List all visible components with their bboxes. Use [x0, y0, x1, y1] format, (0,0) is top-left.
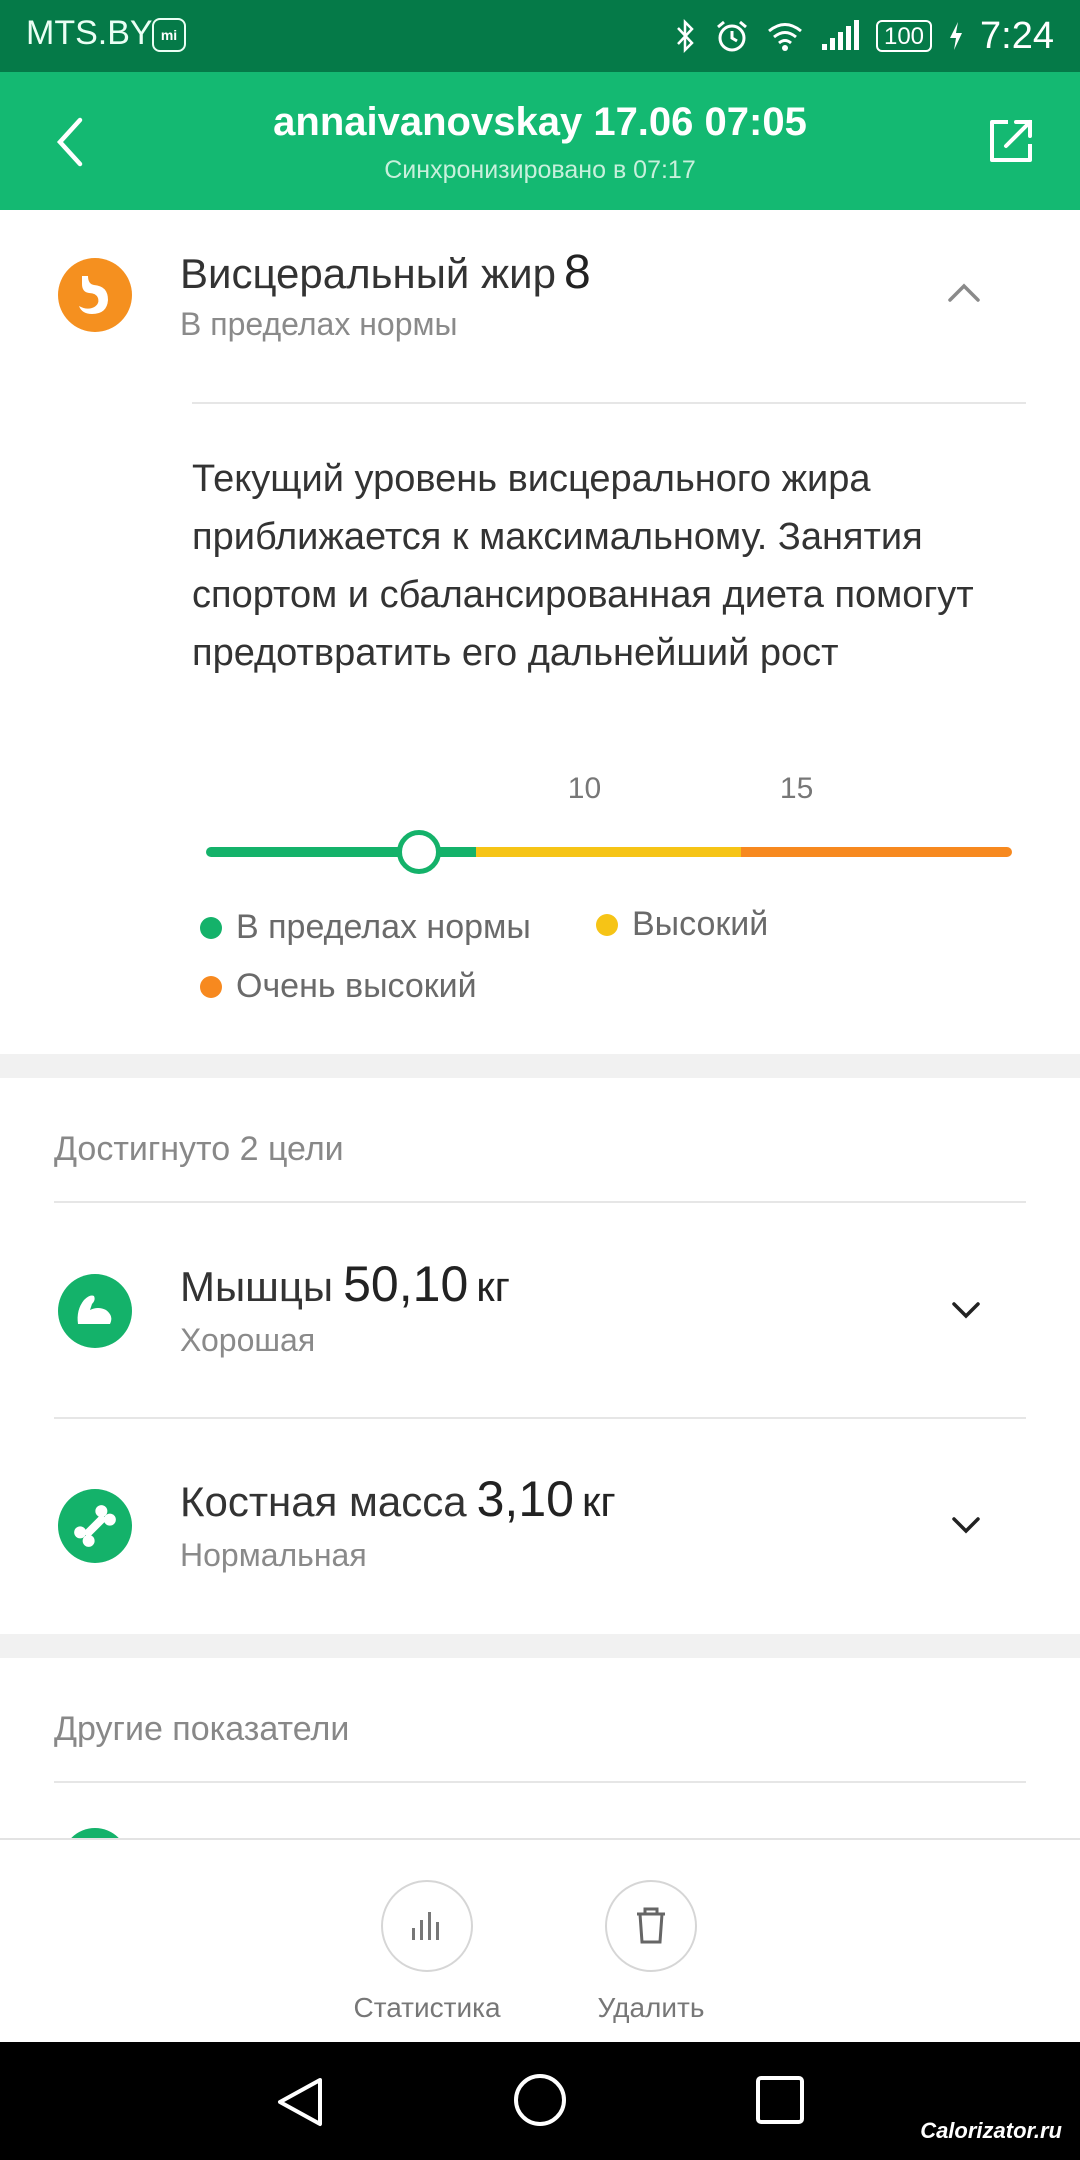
bar-chart-icon — [412, 1912, 439, 1940]
statistics-button[interactable] — [381, 1880, 473, 1972]
chevron-up-icon[interactable] — [946, 280, 982, 306]
page-title: annaivanovskay 17.06 07:05 — [273, 100, 807, 144]
nav-home-icon[interactable] — [510, 2070, 570, 2130]
legend-item-normal: В пределах нормы — [200, 908, 531, 947]
wifi-icon — [768, 23, 802, 51]
legend-label: В пределах нормы — [236, 908, 531, 946]
alarm-icon — [717, 20, 747, 52]
navigation-bar — [0, 2042, 1080, 2160]
clock-time: 7:24 — [980, 14, 1054, 57]
section-divider — [192, 402, 1026, 404]
scale-tick-label: 15 — [779, 772, 814, 805]
bone-mass-title: Костная масса 3,10 кг — [180, 1470, 616, 1528]
muscle-status: Хорошая — [180, 1322, 316, 1358]
legend-item-very-high: Очень высокий — [200, 967, 477, 1006]
chevron-down-icon[interactable] — [950, 1514, 982, 1536]
mi-badge-icon: mi — [152, 18, 186, 52]
watermark: Calorizator.ru — [920, 2118, 1062, 2143]
visceral-fat-label: Висцеральный жир — [180, 250, 556, 297]
visceral-fat-value: 8 — [563, 246, 591, 299]
legend-label: Очень высокий — [236, 967, 477, 1005]
delete-button[interactable] — [605, 1880, 697, 1972]
sync-status: Синхронизировано в 07:17 — [384, 156, 696, 184]
scale-tick-label: 10 — [567, 772, 602, 805]
bone-mass-label: Костная масса — [180, 1478, 467, 1525]
bottom-toolbar: Статистика Удалить — [0, 1838, 1080, 2044]
bone-mass-value: 3,10 — [476, 1471, 574, 1527]
charging-icon — [950, 22, 963, 50]
section-gap — [0, 1634, 1080, 1658]
carrier-name: MTS.BY — [26, 14, 153, 52]
muscle-title: Мышцы 50,10 кг — [180, 1255, 510, 1313]
section-gap — [0, 1054, 1080, 1078]
muscle-label: Мышцы — [180, 1263, 334, 1310]
app-header: annaivanovskay 17.06 07:05 Синхронизиров… — [0, 72, 1080, 210]
visceral-fat-title[interactable]: Висцеральный жир 8 — [180, 245, 591, 300]
legend-dot-high — [596, 913, 618, 936]
section-divider — [54, 1781, 1026, 1783]
muscle-value: 50,10 — [343, 1256, 469, 1312]
muscle-icon — [58, 1274, 132, 1348]
current-level-marker — [397, 830, 441, 874]
goals-section-title: Достигнуто 2 цели — [54, 1130, 344, 1168]
status-icons: 100 7:24 — [674, 12, 1054, 60]
battery-icon: 100 — [875, 20, 933, 52]
muscle-unit: кг — [476, 1263, 510, 1310]
visceral-fat-description: Текущий уровень висцерального жира прибл… — [192, 458, 974, 674]
list-item-muscle[interactable] — [0, 1203, 1080, 1417]
bluetooth-icon — [677, 19, 694, 53]
bone-mass-status: Нормальная — [180, 1537, 367, 1573]
share-icon[interactable] — [986, 116, 1036, 166]
bone-icon — [58, 1489, 132, 1563]
legend-item-high: Высокий — [596, 905, 768, 944]
chevron-down-icon[interactable] — [950, 1299, 982, 1321]
scale-segment-high — [476, 847, 741, 857]
nav-back-icon[interactable] — [272, 2072, 328, 2132]
statistics-label[interactable]: Статистика — [317, 1992, 537, 2024]
visceral-fat-status: В пределах нормы — [180, 306, 458, 342]
bone-mass-unit: кг — [581, 1478, 616, 1525]
trash-icon — [637, 1907, 665, 1944]
scale-segment-very-high — [741, 847, 1012, 857]
status-bar: MTS.BY mi 100 7:24 — [0, 0, 1080, 72]
visceral-fat-icon — [58, 258, 132, 332]
nav-recents-icon[interactable] — [752, 2072, 808, 2128]
other-section-title: Другие показатели — [54, 1710, 350, 1748]
delete-label[interactable]: Удалить — [541, 1992, 761, 2024]
legend-dot-very-high — [200, 975, 222, 998]
legend-dot-normal — [200, 916, 222, 939]
signal-icon — [821, 20, 859, 50]
legend-label: Высокий — [632, 905, 769, 943]
